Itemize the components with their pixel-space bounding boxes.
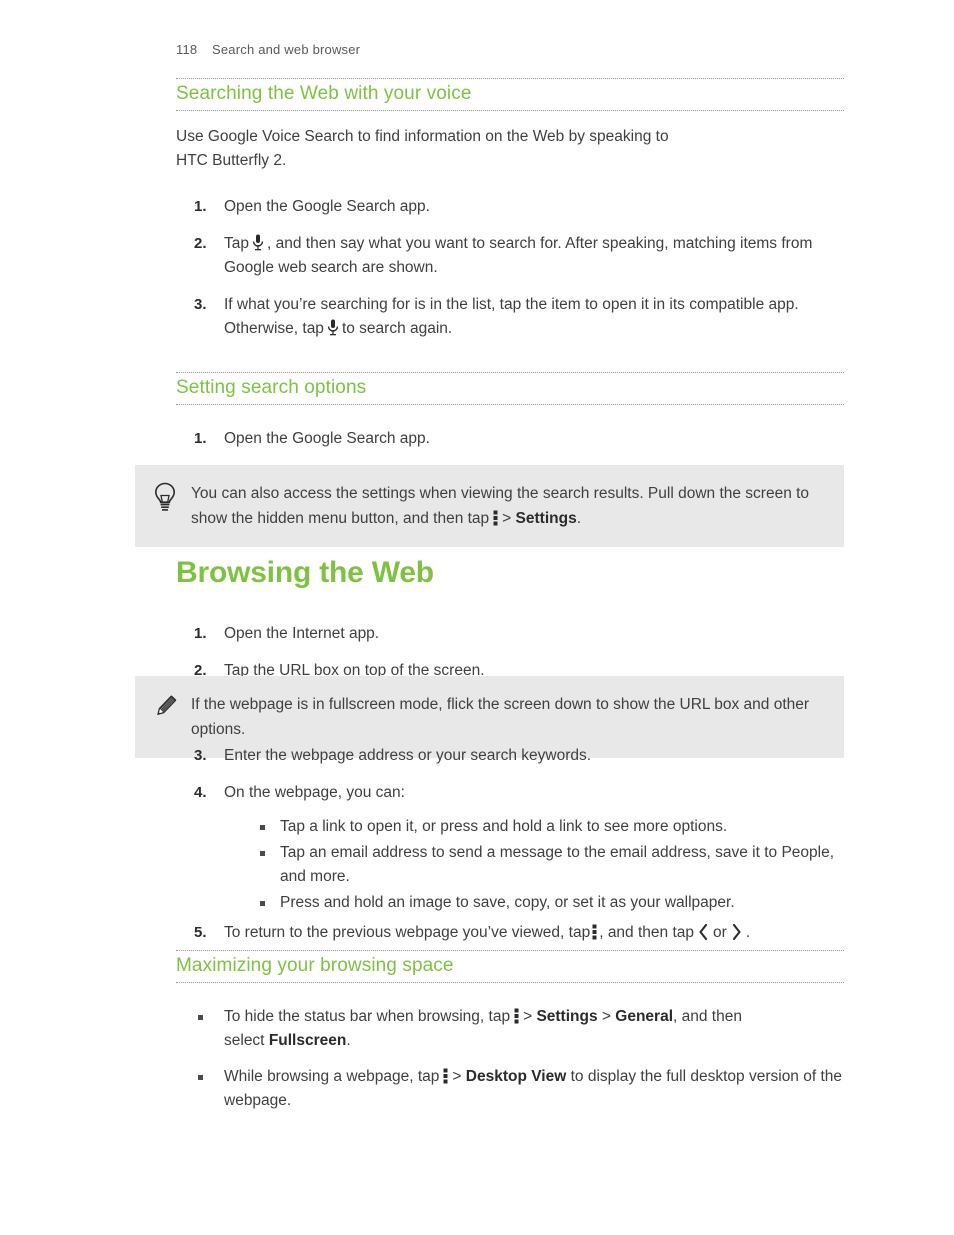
browsing-steps-continued: Enter the webpage address or your search…	[176, 744, 844, 945]
manual-page: 118 Search and web browser Searching the…	[0, 0, 954, 1235]
or-separator: or	[713, 924, 727, 941]
tip-text-b: .	[576, 510, 582, 527]
running-header: 118 Search and web browser	[176, 42, 360, 57]
step-text-end: .	[745, 924, 751, 941]
step-text: On the webpage, you can:	[224, 784, 405, 801]
list-item: To hide the status bar when browsing, ta…	[176, 1005, 844, 1053]
step-text: Open the Google Search app.	[224, 430, 430, 447]
gt-separator: >	[523, 1008, 533, 1025]
page-number: 118	[176, 42, 198, 57]
list-item: Tap a link to open it, or press and hold…	[256, 815, 844, 839]
bold-term-general: General	[615, 1008, 674, 1025]
list-item: Open the Google Search app.	[176, 195, 844, 219]
chevron-left-icon	[698, 923, 709, 941]
bold-term-settings: Settings	[515, 510, 577, 527]
heading-maximizing-browsing-space: Maximizing your browsing space	[176, 955, 454, 976]
step-text-cont: , and then tap	[599, 924, 695, 941]
step-text: If what you’re searching for is in the l…	[224, 296, 799, 337]
heading-browsing-the-web: Browsing the Web	[176, 556, 434, 589]
microphone-icon	[252, 234, 264, 251]
voice-search-steps: Open the Google Search app. Tap, and the…	[176, 195, 844, 341]
list-item: Tap an email address to send a message t…	[256, 841, 844, 889]
list-item: Enter the webpage address or your search…	[176, 744, 844, 768]
list-item: Press and hold an image to save, copy, o…	[256, 891, 844, 915]
gt-separator: >	[452, 1068, 462, 1085]
tip-text: You can also access the settings when vi…	[191, 481, 820, 531]
overflow-menu-icon	[493, 509, 498, 526]
overflow-menu-icon	[592, 923, 597, 940]
list-item: Open the Google Search app.	[176, 427, 844, 451]
gt-separator-2: >	[601, 1008, 611, 1025]
webpage-action-bullets: Tap a link to open it, or press and hold…	[256, 815, 844, 915]
lightbulb-icon	[151, 481, 179, 513]
maximizing-bullets: To hide the status bar when browsing, ta…	[176, 1005, 844, 1113]
overflow-menu-icon	[443, 1067, 448, 1084]
step-text-cont: , and then say what you want to search f…	[224, 235, 813, 276]
gt-separator: >	[502, 510, 512, 527]
browsing-steps-continued-section: Enter the webpage address or your search…	[176, 744, 844, 958]
tip-text-a: You can also access the settings when vi…	[191, 485, 810, 527]
step-text: Enter the webpage address or your search…	[224, 747, 592, 764]
chapter-title: Search and web browser	[212, 42, 361, 57]
pencil-icon	[151, 692, 179, 724]
list-item: If what you’re searching for is in the l…	[176, 293, 844, 341]
step-text: To return to the previous webpage you’ve…	[224, 924, 591, 941]
bullet-text-a: To hide the status bar when browsing, ta…	[224, 1008, 511, 1025]
chevron-right-icon	[731, 923, 742, 941]
list-item: On the webpage, you can: Tap a link to o…	[176, 781, 844, 915]
microphone-icon	[327, 319, 339, 336]
heading-setting-search-options: Setting search options	[176, 377, 367, 398]
step-text-cont: to search again.	[341, 320, 453, 337]
list-item: To return to the previous webpage you’ve…	[176, 921, 844, 945]
bold-term-fullscreen: Fullscreen	[268, 1032, 347, 1049]
browsing-section: Browsing the Web Open the Internet app. …	[176, 556, 844, 696]
step-text: Open the Google Search app.	[224, 198, 430, 215]
browsing-steps: Open the Internet app. Tap the URL box o…	[176, 622, 844, 683]
overflow-menu-icon	[514, 1007, 519, 1024]
bullet-text-c: .	[346, 1032, 351, 1049]
list-item: Tap, and then say what you want to searc…	[176, 232, 844, 280]
bold-term-settings: Settings	[536, 1008, 598, 1025]
step-text: Tap	[224, 235, 249, 252]
bold-term-desktop-view: Desktop View	[465, 1068, 567, 1085]
list-item: While browsing a webpage, tap > Desktop V…	[176, 1065, 844, 1113]
step-text: Open the Internet app.	[224, 625, 380, 642]
heading-searching-web-voice: Searching the Web with your voice	[176, 83, 472, 104]
note-text: If the webpage is in fullscreen mode, fl…	[191, 696, 810, 738]
voice-intro-line-2: HTC Butterfly 2.	[176, 152, 287, 169]
list-item: Open the Internet app.	[176, 622, 844, 646]
voice-intro-line-1: Use Google Voice Search to find informat…	[176, 128, 669, 145]
maximizing-section: Maximizing your browsing space To hide t…	[176, 950, 844, 1125]
bullet-text-a: While browsing a webpage, tap	[224, 1068, 440, 1085]
tip-callout: You can also access the settings when vi…	[135, 465, 844, 547]
